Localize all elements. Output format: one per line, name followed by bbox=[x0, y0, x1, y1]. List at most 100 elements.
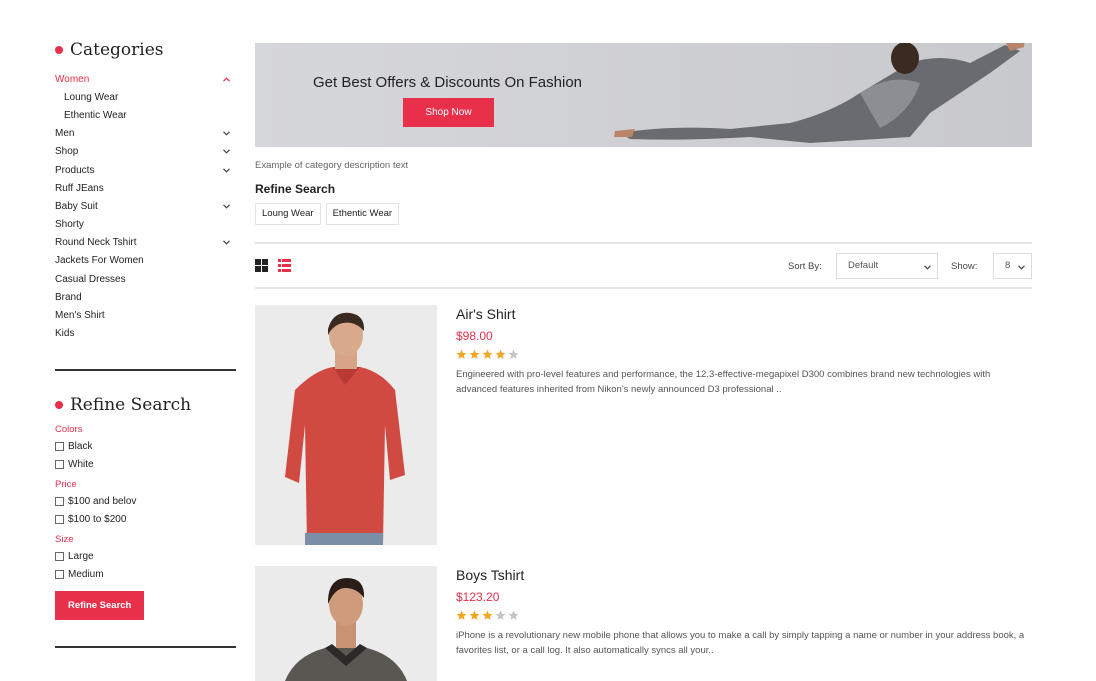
filter-option[interactable]: $100 to $200 bbox=[55, 511, 236, 529]
chevron-down-icon bbox=[924, 264, 931, 271]
category-item[interactable]: Women bbox=[55, 70, 236, 88]
categories-heading: Categories bbox=[55, 38, 236, 62]
product-name[interactable]: Boys Tshirt bbox=[456, 566, 1032, 586]
sidebar-divider bbox=[55, 368, 236, 371]
refine-search-title: Refine Search bbox=[255, 182, 336, 196]
banner-title: Get Best Offers & Discounts On Fashion bbox=[313, 74, 583, 91]
product-image[interactable] bbox=[255, 305, 437, 545]
category-item[interactable]: Brand bbox=[55, 288, 236, 306]
category-label: Brand bbox=[55, 291, 82, 303]
filter-group-label: Size bbox=[55, 533, 74, 545]
category-label: Shorty bbox=[55, 219, 84, 231]
filter-option-label: $100 to $200 bbox=[68, 514, 127, 526]
category-label: Ethentic Wear bbox=[64, 109, 127, 121]
sort-by-select[interactable]: Default bbox=[836, 253, 938, 279]
filter-option[interactable]: Medium bbox=[55, 566, 236, 584]
show-count-select[interactable]: 8 bbox=[993, 253, 1032, 279]
category-list: Women Loung Wear Ethentic Wear Men Shop Produ… bbox=[55, 70, 236, 343]
category-item[interactable]: Shorty bbox=[55, 216, 236, 234]
grid-view-icon[interactable] bbox=[255, 259, 268, 272]
category-item[interactable]: Ethentic Wear bbox=[55, 106, 236, 124]
category-item[interactable]: Ruff JEans bbox=[55, 179, 236, 197]
banner-model-image bbox=[614, 43, 1025, 143]
category-item[interactable]: Baby Suit bbox=[55, 197, 236, 215]
filter-option-label: White bbox=[68, 459, 94, 471]
category-label: Jackets For Women bbox=[55, 255, 144, 267]
category-label: Ruff JEans bbox=[55, 182, 104, 194]
category-item[interactable]: Casual Dresses bbox=[55, 270, 236, 288]
star-empty-icon bbox=[508, 349, 519, 359]
refine-search-heading: Refine Search bbox=[55, 393, 236, 417]
categories-heading-text: Categories bbox=[70, 40, 164, 60]
star-filled-icon bbox=[482, 610, 493, 620]
star-empty-icon bbox=[495, 610, 506, 620]
checkbox[interactable] bbox=[55, 515, 64, 525]
divider bbox=[255, 242, 1032, 244]
category-item[interactable]: Round Neck Tshirt bbox=[55, 234, 236, 252]
checkbox[interactable] bbox=[55, 497, 64, 507]
category-label: Products bbox=[55, 164, 95, 176]
show-count-value: 8 bbox=[1005, 260, 1011, 271]
star-filled-icon bbox=[482, 349, 493, 359]
star-filled-icon bbox=[456, 610, 467, 620]
category-item[interactable]: Loung Wear bbox=[55, 88, 236, 106]
list-view-icon[interactable] bbox=[278, 259, 291, 272]
filter-option[interactable]: White bbox=[55, 456, 236, 474]
category-label: Casual Dresses bbox=[55, 273, 126, 285]
promo-banner: Get Best Offers & Discounts On Fashion S… bbox=[255, 43, 1032, 147]
category-label: Men's Shirt bbox=[55, 310, 105, 322]
filter-option[interactable]: $100 and belov bbox=[55, 493, 236, 511]
product-name[interactable]: Air's Shirt bbox=[456, 305, 1032, 325]
category-item[interactable]: Jackets For Women bbox=[55, 252, 236, 270]
category-label: Baby Suit bbox=[55, 200, 98, 212]
chevron-down-icon[interactable] bbox=[223, 167, 230, 174]
star-filled-icon bbox=[469, 349, 480, 359]
chevron-down-icon[interactable] bbox=[223, 130, 230, 137]
refine-tag[interactable]: Ethentic Wear bbox=[325, 203, 400, 225]
refine-search-heading-text: Refine Search bbox=[70, 394, 192, 415]
chevron-down-icon[interactable] bbox=[223, 239, 230, 246]
sort-by-value: Default bbox=[848, 260, 879, 271]
checkbox[interactable] bbox=[55, 570, 64, 580]
filter-option-label: Medium bbox=[68, 569, 104, 581]
star-empty-icon bbox=[508, 610, 519, 620]
category-label: Men bbox=[55, 128, 75, 140]
filter-option[interactable]: Black bbox=[55, 438, 236, 456]
category-item[interactable]: Shop bbox=[55, 143, 236, 161]
filter-option[interactable]: Large bbox=[55, 548, 236, 566]
filter-group-label: Price bbox=[55, 478, 77, 490]
refine-tag[interactable]: Loung Wear bbox=[255, 203, 321, 225]
category-label: Shop bbox=[55, 146, 79, 158]
refine-tags: Loung Wear Ethentic Wear bbox=[255, 203, 400, 225]
sidebar: Categories Women Loung Wear Ethentic Wear M… bbox=[55, 38, 236, 648]
chevron-down-icon[interactable] bbox=[223, 148, 230, 155]
filter-option-label: Large bbox=[68, 551, 94, 563]
product-rating bbox=[456, 349, 1032, 361]
checkbox[interactable] bbox=[55, 442, 64, 452]
chevron-down-icon[interactable] bbox=[223, 203, 230, 210]
product-photo-tshirt bbox=[255, 566, 437, 681]
product-image[interactable] bbox=[255, 566, 437, 681]
show-label: Show: bbox=[951, 261, 978, 272]
checkbox[interactable] bbox=[55, 460, 64, 470]
checkbox[interactable] bbox=[55, 552, 64, 562]
category-item[interactable]: Kids bbox=[55, 325, 236, 343]
filter-group-label: Colors bbox=[55, 423, 83, 435]
shop-now-button[interactable]: Shop Now bbox=[403, 98, 494, 127]
category-item[interactable]: Men bbox=[55, 125, 236, 143]
category-item[interactable]: Products bbox=[55, 161, 236, 179]
product-price: $123.20 bbox=[456, 590, 500, 604]
chevron-up-icon[interactable] bbox=[223, 76, 230, 83]
listing-toolbar: Sort By: Default Show: 8 bbox=[255, 252, 1032, 280]
product-info: Boys Tshirt $123.20 iPhone is a revoluti… bbox=[456, 566, 1032, 658]
category-item[interactable]: Men's Shirt bbox=[55, 306, 236, 324]
category-label: Loung Wear bbox=[64, 91, 119, 103]
sort-by-label: Sort By: bbox=[788, 261, 822, 272]
refine-search-button[interactable]: Refine Search bbox=[55, 590, 145, 620]
category-label: Round Neck Tshirt bbox=[55, 237, 137, 249]
star-filled-icon bbox=[456, 349, 467, 359]
product-price: $98.00 bbox=[456, 329, 493, 343]
sidebar-divider bbox=[55, 645, 236, 648]
filter-option-label: $100 and belov bbox=[68, 496, 137, 508]
product-description: Engineered with pro-level features and p… bbox=[456, 369, 991, 395]
